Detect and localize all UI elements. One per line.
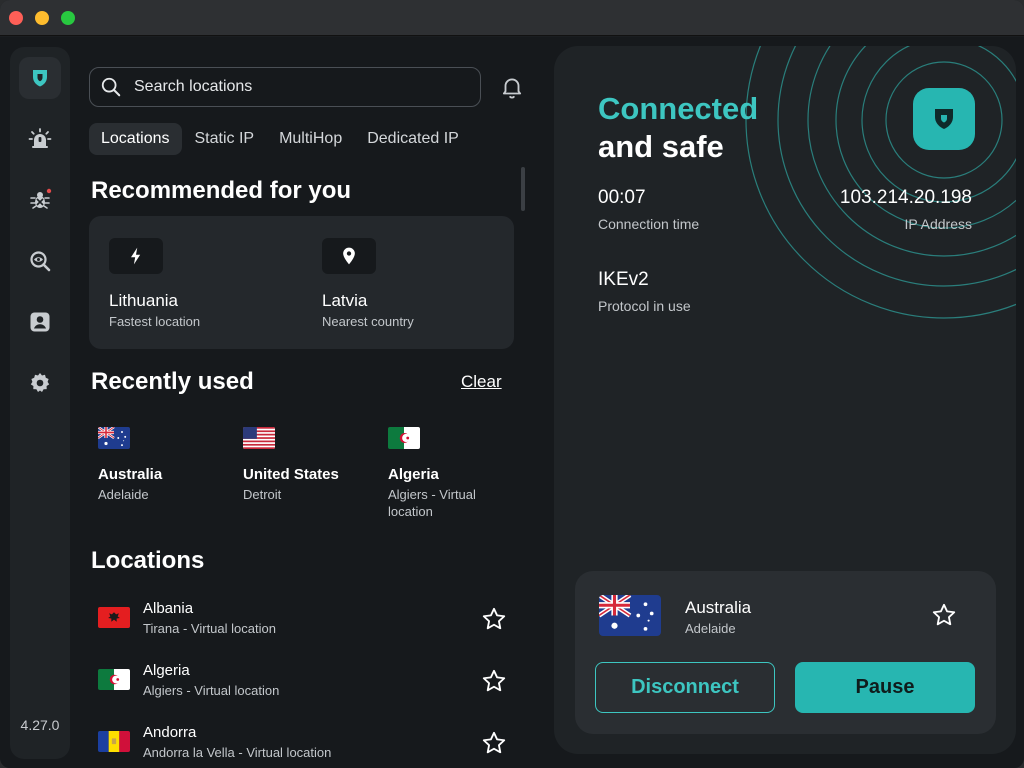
recent-item-algeria[interactable]: Algeria Algiers - Virtual location [388, 427, 498, 520]
location-sub: Andorra la Vella - Virtual location [143, 745, 332, 760]
gear-icon [30, 373, 50, 392]
star-icon[interactable] [481, 730, 507, 756]
star-icon[interactable] [481, 668, 507, 694]
star-icon[interactable] [931, 602, 957, 628]
recommended-sub: Fastest location [109, 314, 201, 329]
scrollbar-thumb[interactable] [521, 167, 525, 211]
location-sub: Algiers - Virtual location [143, 683, 280, 698]
recommended-title: Recommended for you [91, 177, 352, 204]
shield-badge [913, 88, 975, 150]
tab-multihop[interactable]: MultiHop [267, 123, 354, 155]
recommended-fastest[interactable]: Lithuania Fastest location [109, 238, 200, 329]
search-icon [101, 77, 121, 97]
tab-dedicated-ip[interactable]: Dedicated IP [355, 123, 471, 155]
search-input[interactable] [134, 78, 454, 96]
status-title-accent: Connected [598, 91, 759, 126]
ip-address-label: IP Address [904, 216, 972, 232]
maximize-window-button[interactable] [61, 11, 75, 25]
current-connection-card: Australia Adelaide Disconnect Pause [575, 571, 996, 734]
sidebar-item-vpn[interactable] [19, 57, 61, 99]
current-location-sub: Adelaide [685, 621, 736, 636]
current-location-name: Australia [685, 598, 752, 617]
location-name: Algeria [143, 662, 190, 679]
ip-address-value: 103.214.20.198 [839, 187, 972, 208]
flag-algeria-icon [388, 427, 420, 449]
status-title: Connected and safe [598, 90, 758, 166]
location-sub: Tirana - Virtual location [143, 621, 276, 636]
recommended-name: Lithuania [109, 291, 179, 310]
protocol-value: IKEv2 [598, 269, 649, 290]
bug-icon [30, 188, 52, 209]
bolt-icon [131, 247, 141, 265]
close-window-button[interactable] [9, 11, 23, 25]
sidebar-item-threat-alert[interactable] [19, 118, 61, 160]
flag-australia-icon [599, 595, 661, 636]
protocol-label: Protocol in use [598, 298, 691, 314]
shield-icon [935, 109, 953, 129]
list-item[interactable]: Andorra Andorra la Vella - Virtual locat… [97, 722, 509, 768]
app-window: 4.27.0 Locations Static IP MultiHop Dedi… [0, 0, 1024, 768]
sidebar-item-malware[interactable] [19, 179, 61, 221]
search-box[interactable] [89, 67, 481, 107]
recent-name: Algeria [388, 466, 439, 483]
locations-title: Locations [91, 547, 205, 574]
pin-icon [343, 247, 355, 265]
sidebar-item-settings[interactable] [19, 362, 61, 404]
clear-recent-link[interactable]: Clear [461, 372, 502, 392]
status-title-rest: and safe [598, 129, 724, 164]
list-item[interactable]: Albania Tirana - Virtual location [97, 598, 509, 648]
title-bar [0, 0, 1024, 36]
recommended-card: Lithuania Fastest location Latvia Neares… [89, 216, 514, 349]
user-icon [30, 312, 50, 332]
recent-sub: Algiers - Virtual location [388, 487, 476, 519]
flag-united-states-icon [243, 427, 275, 449]
flag-australia-icon [98, 427, 130, 449]
connection-time-value: 00:07 [598, 187, 646, 208]
sidebar-item-account[interactable] [19, 301, 61, 343]
sidebar: 4.27.0 [10, 47, 70, 759]
connection-time-label: Connection time [598, 216, 700, 232]
list-item[interactable]: Algeria Algiers - Virtual location [97, 660, 509, 710]
app-content: 4.27.0 Locations Static IP MultiHop Dedi… [0, 37, 1024, 768]
recent-item-australia[interactable]: Australia Adelaide [98, 427, 228, 503]
star-icon[interactable] [481, 606, 507, 632]
location-tabs: Locations Static IP MultiHop Dedicated I… [89, 123, 472, 155]
tab-locations[interactable]: Locations [89, 123, 182, 155]
minimize-window-button[interactable] [35, 11, 49, 25]
recent-sub: Detroit [243, 487, 282, 502]
recent-name: Australia [98, 466, 163, 483]
recent-name: United States [243, 466, 339, 483]
app-version: 4.27.0 [20, 717, 60, 733]
flag-andorra-icon [98, 731, 130, 752]
disconnect-button[interactable]: Disconnect [595, 662, 775, 713]
shield-icon [33, 70, 47, 87]
pause-button[interactable]: Pause [795, 662, 975, 713]
location-name: Albania [143, 600, 194, 617]
recent-sub: Adelaide [98, 487, 149, 502]
location-name: Andorra [143, 724, 197, 741]
sidebar-item-dark-web-monitor[interactable] [19, 240, 61, 282]
tab-static-ip[interactable]: Static IP [183, 123, 267, 155]
recent-item-united-states[interactable]: United States Detroit [243, 427, 373, 503]
recent-title: Recently used [91, 368, 254, 395]
bell-icon[interactable] [499, 74, 525, 100]
recommended-sub: Nearest country [322, 314, 414, 329]
eye-search-icon [30, 251, 51, 272]
alarm-icon [28, 128, 52, 148]
flag-albania-icon [98, 607, 130, 628]
recommended-nearest[interactable]: Latvia Nearest country [322, 238, 414, 329]
recommended-name: Latvia [322, 291, 368, 310]
flag-algeria-icon [98, 669, 130, 690]
connection-panel: Connected and safe 00:07 Connection time… [554, 46, 1016, 754]
